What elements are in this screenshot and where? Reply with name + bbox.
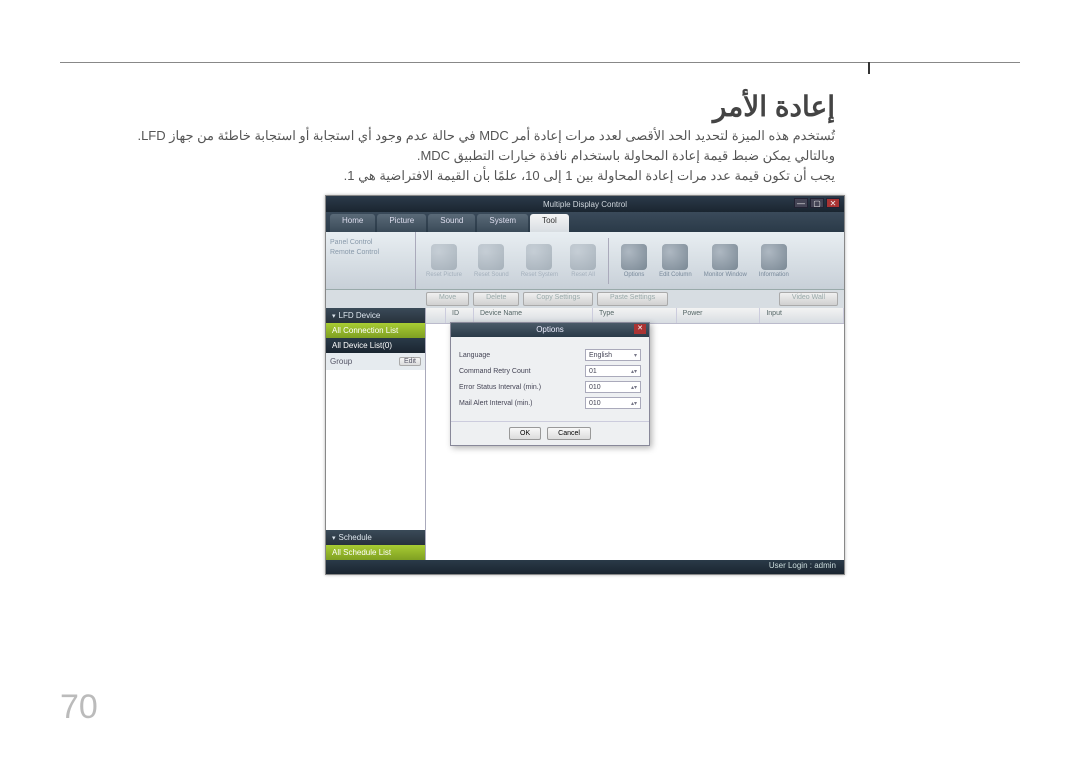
sidebar: ▾LFD Device All Connection List All Devi… (326, 308, 426, 560)
spinner-icon: ▴▾ (631, 384, 637, 391)
cancel-button[interactable]: Cancel (547, 427, 591, 440)
paragraph-1: تُستخدم هذه الميزة لتحديد الحد الأقصى لع… (137, 128, 835, 144)
mail-interval-input[interactable]: 010▴▾ (585, 397, 641, 409)
information-button[interactable]: Information (755, 242, 793, 280)
edit-column-button[interactable]: Edit Column (655, 242, 696, 280)
move-button[interactable]: Move (426, 292, 469, 306)
monitor-icon (712, 244, 738, 270)
close-icon[interactable]: ✕ (826, 198, 840, 208)
gear-icon (478, 244, 504, 270)
minimize-icon[interactable]: — (794, 198, 808, 208)
col-check (426, 308, 446, 323)
chevron-down-icon: ▾ (634, 352, 637, 359)
toolbar-left-panel: Panel Control Remote Control (326, 232, 416, 289)
language-label: Language (459, 352, 490, 359)
edit-group-button[interactable]: Edit (399, 357, 421, 366)
all-schedule-list[interactable]: All Schedule List (326, 545, 425, 560)
toolbar: Panel Control Remote Control Reset Pictu… (326, 232, 844, 290)
reset-picture-button[interactable]: Reset Picture (422, 242, 466, 280)
col-device-name: Device Name (474, 308, 593, 323)
toolbar-sep (608, 238, 609, 284)
ok-button[interactable]: OK (509, 427, 541, 440)
lfd-device-header[interactable]: ▾LFD Device (326, 308, 425, 323)
main-tabs: Home Picture Sound System Tool (326, 212, 844, 232)
col-type: Type (593, 308, 677, 323)
vertical-tick (868, 62, 870, 74)
all-device-list[interactable]: All Device List(0) (326, 338, 425, 353)
mail-interval-label: Mail Alert Interval (min.) (459, 400, 533, 407)
status-bar: User Login : admin (326, 560, 844, 574)
chevron-down-icon: ▾ (332, 535, 336, 542)
info-icon (761, 244, 787, 270)
col-power: Power (677, 308, 761, 323)
titlebar: Multiple Display Control — ▢ ✕ (326, 196, 844, 212)
retry-count-label: Command Retry Count (459, 368, 531, 375)
retry-count-input[interactable]: 01▴▾ (585, 365, 641, 377)
horizontal-rule (60, 62, 1020, 63)
options-icon (621, 244, 647, 270)
error-interval-input[interactable]: 010▴▾ (585, 381, 641, 393)
options-button[interactable]: Options (617, 242, 651, 280)
tab-system[interactable]: System (477, 214, 528, 232)
language-select[interactable]: English▾ (585, 349, 641, 361)
tab-picture[interactable]: Picture (377, 214, 426, 232)
dialog-close-icon[interactable]: ✕ (634, 324, 646, 334)
all-connection-list[interactable]: All Connection List (326, 323, 425, 338)
paragraph-2: وبالتالي يمكن ضبط قيمة إعادة المحاولة با… (417, 148, 835, 164)
maximize-icon[interactable]: ▢ (810, 198, 824, 208)
panel-control-label: Panel Control (330, 239, 411, 246)
monitor-window-button[interactable]: Monitor Window (700, 242, 751, 280)
spinner-icon: ▴▾ (631, 400, 637, 407)
col-input: Input (760, 308, 844, 323)
col-id: ID (446, 308, 474, 323)
paragraph-3: يجب أن تكون قيمة عدد مرات إعادة المحاولة… (344, 168, 835, 184)
options-dialog: Options ✕ Language English▾ Command Retr… (450, 322, 650, 446)
gear-icon (526, 244, 552, 270)
video-wall-button[interactable]: Video Wall (779, 292, 838, 306)
app-title: Multiple Display Control (543, 200, 627, 209)
spinner-icon: ▴▾ (631, 368, 637, 375)
tab-sound[interactable]: Sound (428, 214, 475, 232)
content-area: ID Device Name Type Power Input Options … (426, 308, 844, 560)
chevron-down-icon: ▾ (332, 313, 336, 320)
page-heading: إعادة الأمر (713, 90, 835, 123)
group-label: Group (330, 357, 352, 366)
tab-home[interactable]: Home (330, 214, 375, 232)
error-interval-label: Error Status Interval (min.) (459, 384, 541, 391)
paste-settings-button[interactable]: Paste Settings (597, 292, 668, 306)
schedule-header[interactable]: ▾Schedule (326, 530, 425, 545)
gear-icon (570, 244, 596, 270)
reset-all-button[interactable]: Reset All (566, 242, 600, 280)
tab-tool[interactable]: Tool (530, 214, 569, 232)
remote-control-label: Remote Control (330, 249, 411, 256)
dialog-title: Options ✕ (451, 323, 649, 337)
reset-system-button[interactable]: Reset System (517, 242, 562, 280)
page-number: 70 (60, 688, 98, 727)
filter-bar: Move Delete Copy Settings Paste Settings… (326, 290, 844, 308)
gear-icon (431, 244, 457, 270)
columns-icon (662, 244, 688, 270)
reset-sound-button[interactable]: Reset Sound (470, 242, 513, 280)
copy-settings-button[interactable]: Copy Settings (523, 292, 593, 306)
mdc-app-window: Multiple Display Control — ▢ ✕ Home Pict… (325, 195, 845, 575)
delete-button[interactable]: Delete (473, 292, 519, 306)
